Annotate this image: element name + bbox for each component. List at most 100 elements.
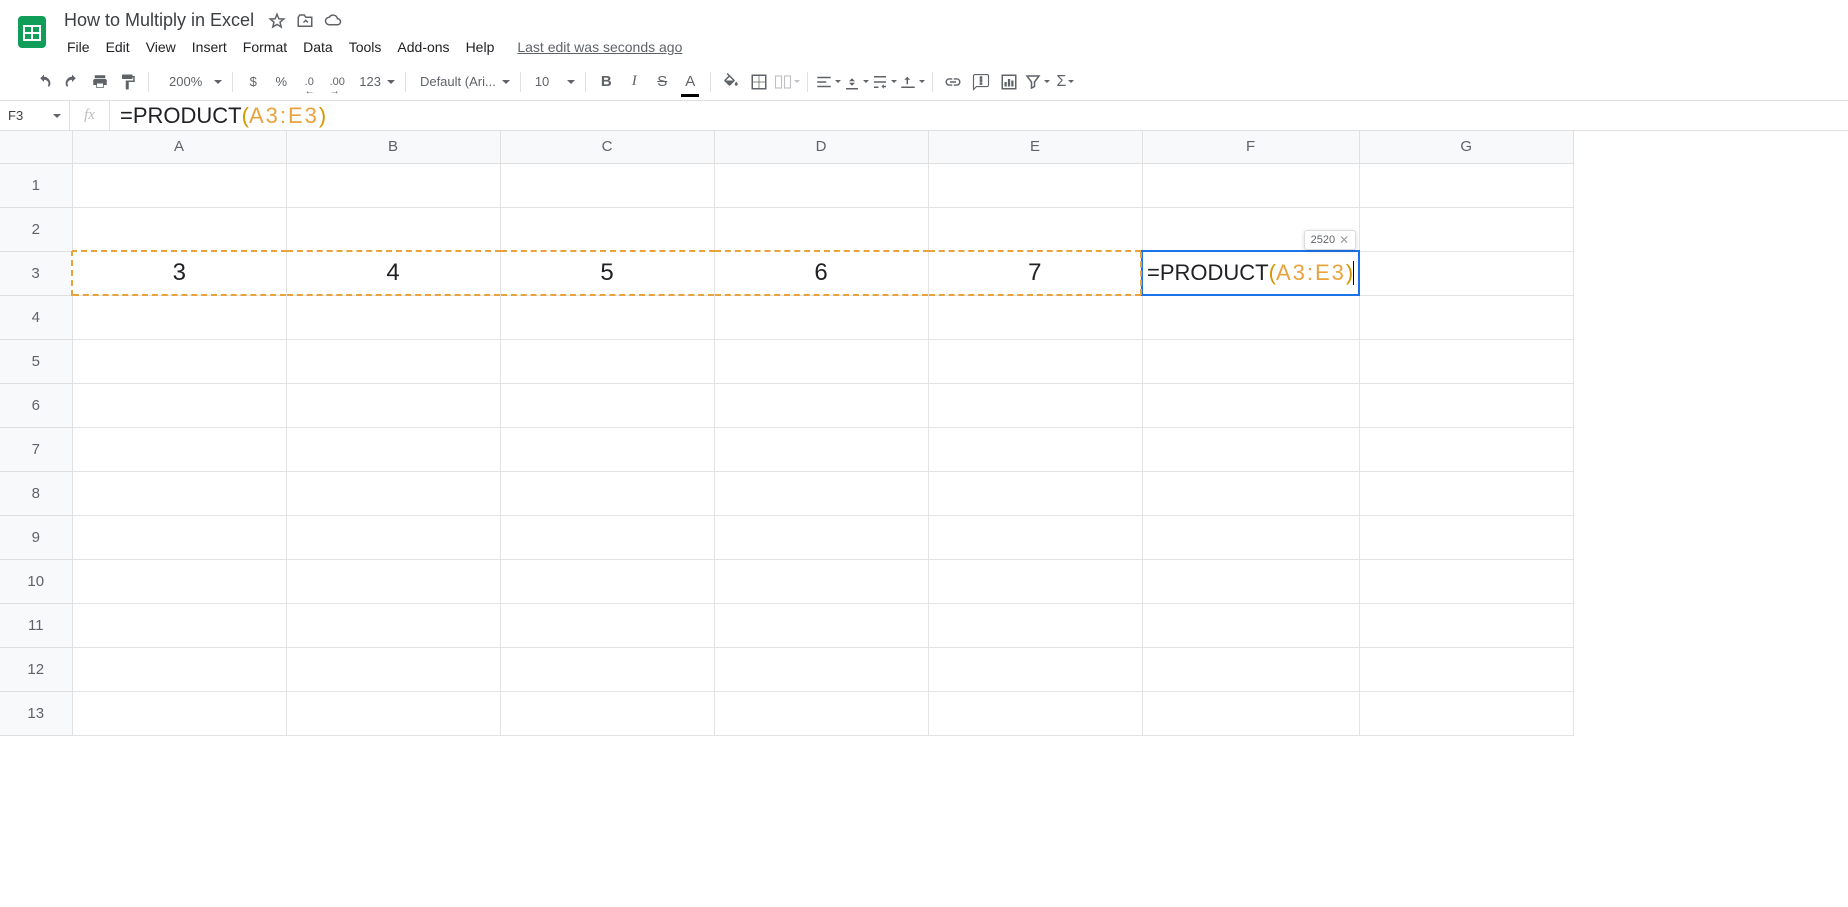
cell-F13[interactable] xyxy=(1142,691,1359,735)
cell-E10[interactable] xyxy=(928,559,1142,603)
cell-C3[interactable]: 5 xyxy=(500,251,714,295)
cell-C9[interactable] xyxy=(500,515,714,559)
cell-G8[interactable] xyxy=(1359,471,1573,515)
sheets-logo[interactable] xyxy=(12,12,52,52)
menu-addons[interactable]: Add-ons xyxy=(390,35,456,59)
cell-C7[interactable] xyxy=(500,427,714,471)
cell-D8[interactable] xyxy=(714,471,928,515)
cell-G5[interactable] xyxy=(1359,339,1573,383)
strikethrough-button[interactable]: S xyxy=(649,69,675,95)
cell-F1[interactable] xyxy=(1142,163,1359,207)
close-icon[interactable]: ✕ xyxy=(1339,233,1349,247)
format-currency[interactable]: $ xyxy=(240,69,266,95)
cell-B7[interactable] xyxy=(286,427,500,471)
cell-A9[interactable] xyxy=(72,515,286,559)
select-all-corner[interactable] xyxy=(0,131,72,163)
row-header-4[interactable]: 4 xyxy=(0,295,72,339)
col-header-C[interactable]: C xyxy=(500,131,714,163)
text-rotation-button[interactable] xyxy=(899,69,925,95)
decrease-decimal[interactable]: .0← xyxy=(296,69,322,95)
cell-C5[interactable] xyxy=(500,339,714,383)
cell-C6[interactable] xyxy=(500,383,714,427)
row-header-2[interactable]: 2 xyxy=(0,207,72,251)
cell-F12[interactable] xyxy=(1142,647,1359,691)
increase-decimal[interactable]: .00→ xyxy=(324,69,350,95)
cell-D4[interactable] xyxy=(714,295,928,339)
formula-input[interactable]: =PRODUCT(A3:E3) xyxy=(110,103,1848,129)
cell-F4[interactable] xyxy=(1142,295,1359,339)
cell-C2[interactable] xyxy=(500,207,714,251)
col-header-D[interactable]: D xyxy=(714,131,928,163)
menu-tools[interactable]: Tools xyxy=(342,35,389,59)
cell-C12[interactable] xyxy=(500,647,714,691)
cell-D6[interactable] xyxy=(714,383,928,427)
row-header-6[interactable]: 6 xyxy=(0,383,72,427)
print-icon[interactable] xyxy=(87,69,113,95)
cell-D7[interactable] xyxy=(714,427,928,471)
cell-E5[interactable] xyxy=(928,339,1142,383)
col-header-G[interactable]: G xyxy=(1359,131,1573,163)
cell-D9[interactable] xyxy=(714,515,928,559)
cell-B13[interactable] xyxy=(286,691,500,735)
functions-icon[interactable]: Σ xyxy=(1052,69,1078,95)
redo-icon[interactable] xyxy=(59,69,85,95)
cell-E4[interactable] xyxy=(928,295,1142,339)
move-icon[interactable] xyxy=(296,12,314,30)
row-header-3[interactable]: 3 xyxy=(0,251,72,295)
cell-C1[interactable] xyxy=(500,163,714,207)
cell-D5[interactable] xyxy=(714,339,928,383)
cell-B11[interactable] xyxy=(286,603,500,647)
cell-B8[interactable] xyxy=(286,471,500,515)
cell-B10[interactable] xyxy=(286,559,500,603)
cell-A4[interactable] xyxy=(72,295,286,339)
row-header-10[interactable]: 10 xyxy=(0,559,72,603)
cell-F3-active[interactable]: 2520 ✕ =PRODUCT(A3:E3) xyxy=(1142,251,1359,295)
cell-F11[interactable] xyxy=(1142,603,1359,647)
cell-B4[interactable] xyxy=(286,295,500,339)
row-header-9[interactable]: 9 xyxy=(0,515,72,559)
fill-color-button[interactable] xyxy=(718,69,744,95)
last-edit-link[interactable]: Last edit was seconds ago xyxy=(517,39,682,55)
cell-D10[interactable] xyxy=(714,559,928,603)
cell-E11[interactable] xyxy=(928,603,1142,647)
row-header-11[interactable]: 11 xyxy=(0,603,72,647)
spreadsheet-grid[interactable]: A B C D E F G 1 2 3 3 4 5 6 7 2520 ✕ =PR… xyxy=(0,131,1848,902)
text-color-button[interactable]: A xyxy=(677,69,703,95)
cell-B9[interactable] xyxy=(286,515,500,559)
row-header-1[interactable]: 1 xyxy=(0,163,72,207)
paint-format-icon[interactable] xyxy=(115,69,141,95)
cell-A5[interactable] xyxy=(72,339,286,383)
cell-A13[interactable] xyxy=(72,691,286,735)
cell-F5[interactable] xyxy=(1142,339,1359,383)
menu-file[interactable]: File xyxy=(60,35,97,59)
menu-format[interactable]: Format xyxy=(236,35,294,59)
italic-button[interactable]: I xyxy=(621,69,647,95)
undo-icon[interactable] xyxy=(31,69,57,95)
cell-C8[interactable] xyxy=(500,471,714,515)
menu-edit[interactable]: Edit xyxy=(99,35,137,59)
cell-A8[interactable] xyxy=(72,471,286,515)
cell-B3[interactable]: 4 xyxy=(286,251,500,295)
cell-E8[interactable] xyxy=(928,471,1142,515)
cell-A1[interactable] xyxy=(72,163,286,207)
cell-D2[interactable] xyxy=(714,207,928,251)
row-header-5[interactable]: 5 xyxy=(0,339,72,383)
cell-E7[interactable] xyxy=(928,427,1142,471)
filter-icon[interactable] xyxy=(1024,69,1050,95)
cell-F6[interactable] xyxy=(1142,383,1359,427)
cell-D11[interactable] xyxy=(714,603,928,647)
cell-G7[interactable] xyxy=(1359,427,1573,471)
cell-G12[interactable] xyxy=(1359,647,1573,691)
cell-B6[interactable] xyxy=(286,383,500,427)
row-header-7[interactable]: 7 xyxy=(0,427,72,471)
col-header-E[interactable]: E xyxy=(928,131,1142,163)
cell-G2[interactable] xyxy=(1359,207,1573,251)
cell-F9[interactable] xyxy=(1142,515,1359,559)
cell-E13[interactable] xyxy=(928,691,1142,735)
insert-comment-icon[interactable] xyxy=(968,69,994,95)
borders-button[interactable] xyxy=(746,69,772,95)
cell-G4[interactable] xyxy=(1359,295,1573,339)
cell-E1[interactable] xyxy=(928,163,1142,207)
cell-G9[interactable] xyxy=(1359,515,1573,559)
insert-chart-icon[interactable] xyxy=(996,69,1022,95)
